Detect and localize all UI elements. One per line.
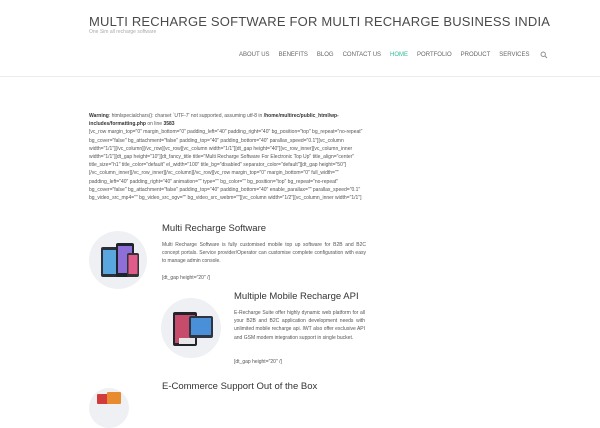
feature-title-ecommerce-support: E-Commerce Support Out of the Box xyxy=(162,381,318,392)
warning-message: : htmlspecialchars(): charset `UTF-7' no… xyxy=(108,113,264,119)
warning-label: Warning xyxy=(89,113,109,119)
feature-title-multi-recharge-software: Multi Recharge Software xyxy=(162,223,267,234)
search-icon[interactable] xyxy=(540,51,548,59)
nav-item-services[interactable]: SERVICES xyxy=(499,52,529,58)
nav-item-portfolio[interactable]: PORTFOLIO xyxy=(417,52,452,58)
main-nav: ABOUT US BENEFITS BLOG CONTACT US HOME P… xyxy=(239,51,548,59)
warning-line-number: 3583 xyxy=(163,121,175,128)
site-tagline: One Sim all recharge software xyxy=(89,29,157,35)
site-header: MULTI RECHARGE SOFTWARE FOR MULTI RECHAR… xyxy=(0,0,600,77)
feature-gap-shortcode: [dt_gap height="20" /] xyxy=(234,359,282,365)
nav-item-benefits[interactable]: BENEFITS xyxy=(279,52,308,58)
nav-item-home[interactable]: HOME xyxy=(390,52,408,58)
feature-text-multi-recharge-software: Multi Recharge Software is fully customi… xyxy=(162,242,366,265)
php-warning-notice: Warning: htmlspecialchars(): charset `UT… xyxy=(89,112,369,202)
site-title[interactable]: MULTI RECHARGE SOFTWARE FOR MULTI RECHAR… xyxy=(89,14,550,29)
mobile-devices-image xyxy=(89,231,147,289)
nav-item-blog[interactable]: BLOG xyxy=(317,52,334,58)
recharge-api-image xyxy=(161,298,221,358)
nav-item-about-us[interactable]: ABOUT US xyxy=(239,52,270,58)
warning-line-prefix: on line xyxy=(145,121,164,128)
nav-item-product[interactable]: PRODUCT xyxy=(461,52,491,58)
raw-shortcode-text: [vc_row margin_top="0" margin_bottom="0"… xyxy=(89,129,363,202)
ecommerce-image xyxy=(89,388,129,428)
feature-text-multiple-mobile-recharge-api: E-Recharge Suite offer highly dynamic we… xyxy=(234,310,365,341)
feature-title-multiple-mobile-recharge-api: Multiple Mobile Recharge API xyxy=(234,291,359,302)
feature-gap-shortcode: [dt_gap height="20" /] xyxy=(162,275,210,281)
nav-item-contact-us[interactable]: CONTACT US xyxy=(343,52,381,58)
